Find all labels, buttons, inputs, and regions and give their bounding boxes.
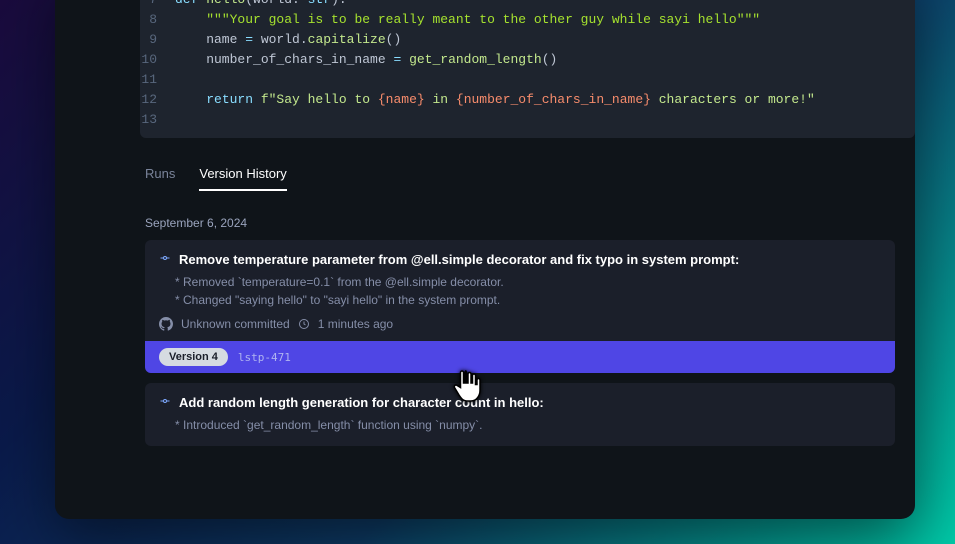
version-badge: Version 4 bbox=[159, 348, 228, 366]
version-hash: lstp-471 bbox=[238, 351, 291, 364]
line-number: 11 bbox=[140, 70, 175, 90]
line-number: 13 bbox=[140, 110, 175, 130]
commit-body: * Introduced `get_random_length` functio… bbox=[175, 416, 881, 434]
line-code: number_of_chars_in_name = get_random_len… bbox=[175, 50, 557, 70]
line-code: def hello(world: str): bbox=[175, 0, 347, 10]
code-line[interactable]: 12 return f"Say hello to {name} in {numb… bbox=[140, 90, 915, 110]
commit-line: * Introduced `get_random_length` functio… bbox=[175, 416, 881, 434]
commit-icon bbox=[159, 252, 171, 267]
version-history-panel: September 6, 2024 Remove temperature par… bbox=[145, 216, 915, 446]
code-line[interactable]: 7def hello(world: str): bbox=[140, 0, 915, 10]
commit-meta: Unknown committed 1 minutes ago bbox=[159, 317, 881, 341]
clock-icon bbox=[298, 318, 310, 330]
commit-card[interactable]: Remove temperature parameter from @ell.s… bbox=[145, 240, 895, 373]
tab-version-history[interactable]: Version History bbox=[199, 166, 286, 191]
line-code: return f"Say hello to {name} in {number_… bbox=[175, 90, 815, 110]
commit-icon bbox=[159, 395, 171, 410]
commit-time: 1 minutes ago bbox=[318, 317, 393, 331]
commit-author: Unknown committed bbox=[181, 317, 290, 331]
line-number: 9 bbox=[140, 30, 175, 50]
line-code: name = world.capitalize() bbox=[175, 30, 401, 50]
code-line[interactable]: 8 """Your goal is to be really meant to … bbox=[140, 10, 915, 30]
version-strip[interactable]: Version 4 lstp-471 bbox=[145, 341, 895, 373]
code-editor[interactable]: 6@ell.simple(model="gpt-4o-mini")7def he… bbox=[140, 0, 915, 138]
commit-line: * Removed `temperature=0.1` from the @el… bbox=[175, 273, 881, 291]
commit-title-text: Remove temperature parameter from @ell.s… bbox=[179, 252, 739, 267]
code-line[interactable]: 13 bbox=[140, 110, 915, 130]
commit-title-text: Add random length generation for charact… bbox=[179, 395, 544, 410]
line-code bbox=[175, 70, 183, 90]
tab-bar: Runs Version History bbox=[145, 166, 915, 192]
commit-card[interactable]: Add random length generation for charact… bbox=[145, 383, 895, 446]
code-line[interactable]: 11 bbox=[140, 70, 915, 90]
line-number: 8 bbox=[140, 10, 175, 30]
line-number: 10 bbox=[140, 50, 175, 70]
commit-body: * Removed `temperature=0.1` from the @el… bbox=[175, 273, 881, 309]
commit-line: * Changed "saying hello" to "sayi hello"… bbox=[175, 291, 881, 309]
line-number: 7 bbox=[140, 0, 175, 10]
line-number: 12 bbox=[140, 90, 175, 110]
line-code: """Your goal is to be really meant to th… bbox=[175, 10, 760, 30]
history-date: September 6, 2024 bbox=[145, 216, 895, 230]
code-line[interactable]: 10 number_of_chars_in_name = get_random_… bbox=[140, 50, 915, 70]
line-code bbox=[175, 110, 183, 130]
tab-runs[interactable]: Runs bbox=[145, 166, 175, 191]
app-window: 6@ell.simple(model="gpt-4o-mini")7def he… bbox=[55, 0, 915, 519]
github-icon bbox=[159, 317, 173, 331]
code-line[interactable]: 9 name = world.capitalize() bbox=[140, 30, 915, 50]
